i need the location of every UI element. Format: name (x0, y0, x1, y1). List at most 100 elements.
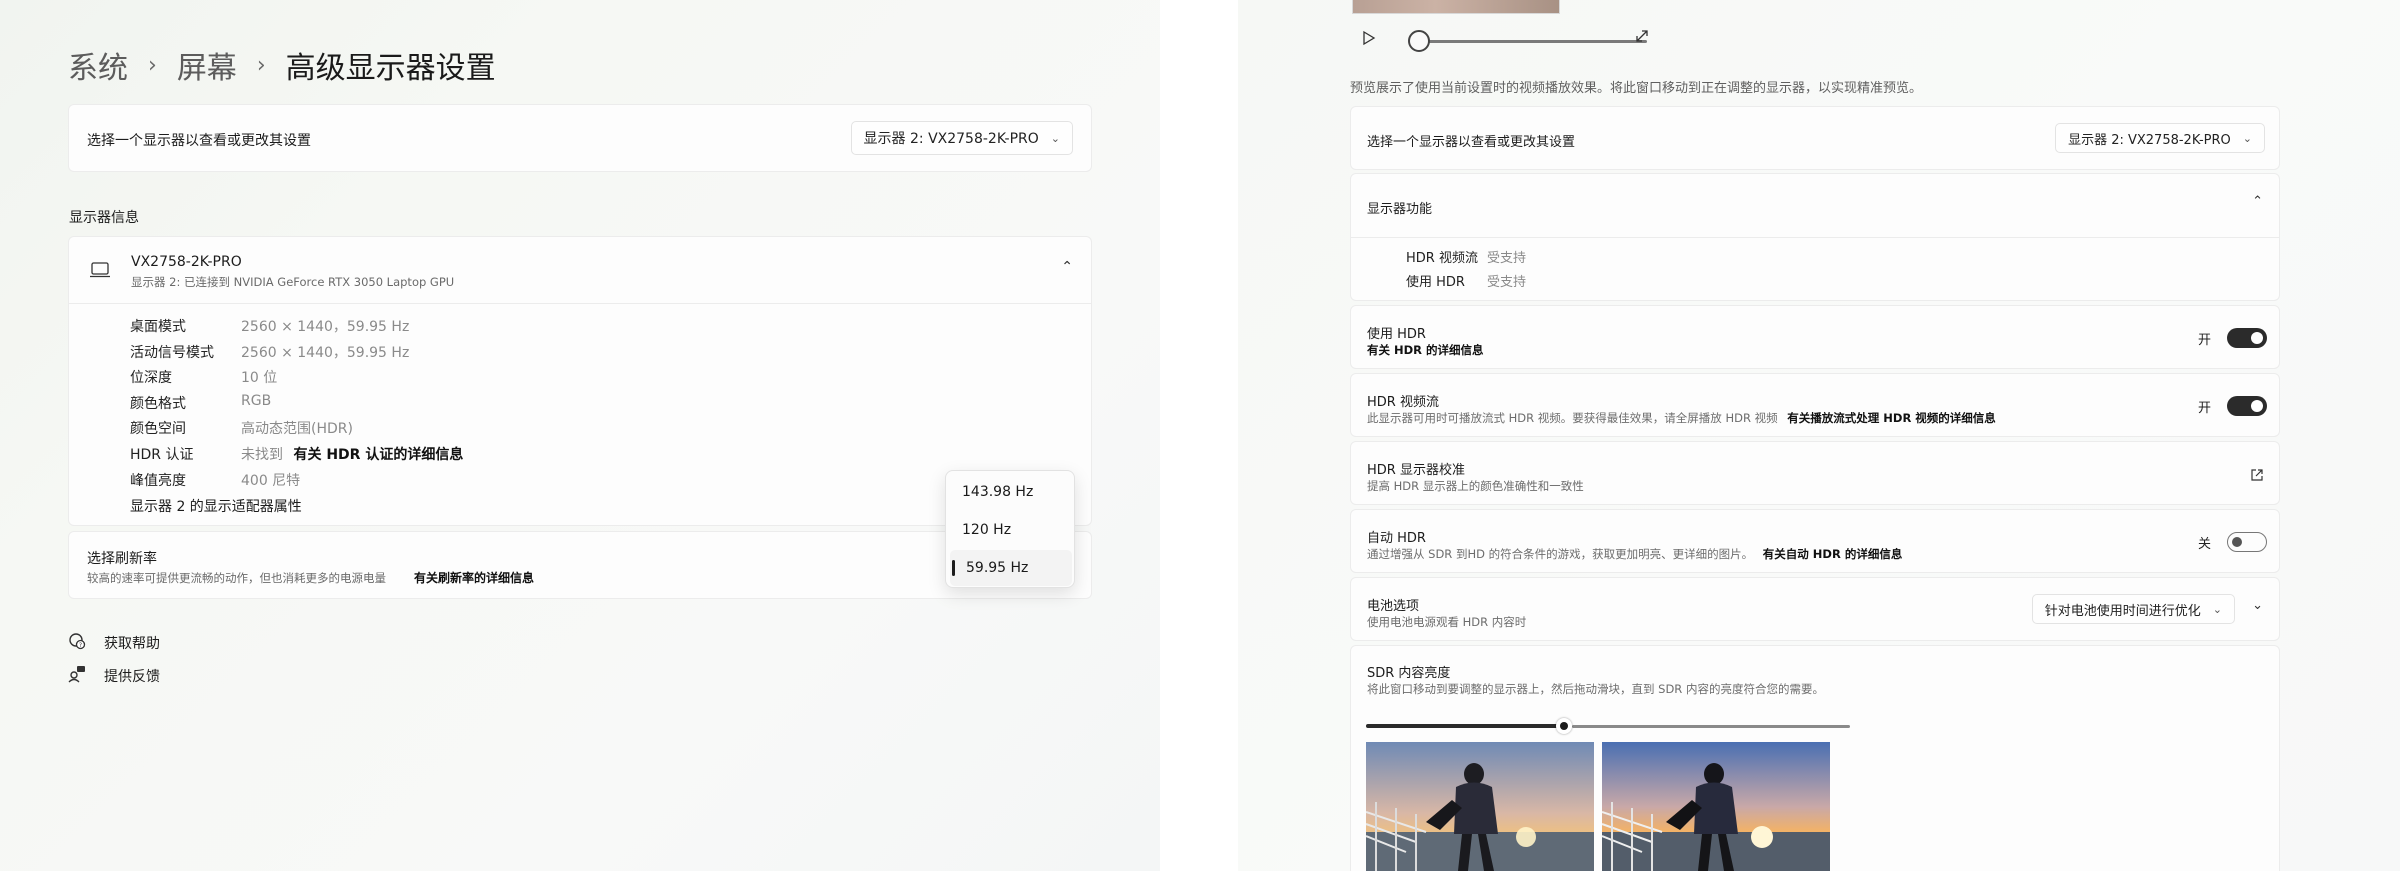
info-row: 活动信号模式 2560 × 1440，59.95 Hz (130, 342, 409, 362)
auto-hdr-link[interactable]: 有关自动 HDR 的详细信息 (1763, 547, 1903, 561)
feedback-icon (68, 665, 104, 687)
sdr-brightness-slider-fill[interactable] (1366, 724, 1558, 728)
auto-hdr-title: 自动 HDR (1367, 531, 1426, 546)
use-hdr-card: 使用 HDR 有关 HDR 的详细信息 开 (1350, 305, 2280, 369)
get-help-link[interactable]: ? 获取帮助 (68, 632, 160, 654)
select-display-label: 选择一个显示器以查看或更改其设置 (1367, 135, 1576, 150)
capability-key: HDR 视频流 (1406, 251, 1478, 266)
battery-options-card: 电池选项 使用电池电源观看 HDR 内容时 针对电池使用时间进行优化 ⌄ ⌄ (1350, 577, 2280, 641)
info-key: 峰值亮度 (130, 473, 186, 489)
capabilities-title: 显示器功能 (1367, 202, 1433, 217)
hdr-streaming-link[interactable]: 有关播放流式处理 HDR 视频的详细信息 (1787, 411, 1996, 425)
use-hdr-sub: 有关 HDR 的详细信息 (1367, 342, 1484, 358)
breadcrumb-display[interactable]: 屏幕 (177, 43, 237, 87)
display-info-heading: 显示器信息 (69, 210, 139, 226)
svg-text:?: ? (79, 642, 82, 649)
breadcrumb-system[interactable]: 系统 (68, 43, 128, 87)
refresh-rate-card: 选择刷新率 较高的速率可提供更流畅的动作，但也消耗更多的电源电量 有关刷新率的详… (68, 531, 1092, 599)
info-row: 桌面模式 2560 × 1440，59.95 Hz (130, 316, 409, 336)
battery-options-title: 电池选项 (1367, 599, 1420, 614)
hdr-streaming-toggle[interactable] (2227, 396, 2267, 416)
display-dropdown[interactable]: 显示器 2: VX2758-2K-PRO ⌄ (2055, 123, 2265, 153)
fullscreen-icon[interactable] (1634, 28, 1650, 48)
info-row: 颜色空间 高动态范围(HDR) (130, 418, 353, 438)
auto-hdr-toggle[interactable] (2227, 532, 2267, 552)
capabilities-header[interactable]: 显示器功能 ⌃ (1351, 174, 2279, 238)
chevron-down-icon[interactable]: ⌄ (2252, 598, 2263, 613)
info-value: 400 尼特 (241, 473, 301, 489)
video-progress-knob[interactable] (1408, 30, 1430, 52)
display-info-header[interactable]: VX2758-2K-PRO 显示器 2: 已连接到 NVIDIA GeForce… (69, 237, 1091, 304)
breadcrumb-separator: › (256, 52, 266, 78)
hdr-calibration-card[interactable]: HDR 显示器校准 提高 HDR 显示器上的颜色准确性和一致性 (1350, 441, 2280, 505)
chevron-up-icon[interactable]: ⌃ (1061, 259, 1073, 275)
info-value: 10 位 (241, 370, 278, 386)
use-hdr-toggle-wrap: 开 (2198, 328, 2267, 348)
refresh-rate-desc: 较高的速率可提供更流畅的动作，但也消耗更多的电源电量 (87, 571, 386, 585)
info-row: HDR 认证 未找到 有关 HDR 认证的详细信息 (130, 444, 463, 464)
info-value: 高动态范围(HDR) (241, 421, 353, 437)
chevron-up-icon[interactable]: ⌃ (2252, 194, 2263, 209)
hdr-cert-link[interactable]: 有关 HDR 认证的详细信息 (293, 447, 463, 463)
hdr-calibration-desc: 提高 HDR 显示器上的颜色准确性和一致性 (1367, 479, 1584, 493)
use-hdr-link[interactable]: 有关 HDR 的详细信息 (1367, 343, 1484, 357)
refresh-rate-flyout: 143.98 Hz 120 Hz 59.95 Hz (945, 470, 1075, 588)
info-key: 活动信号模式 (130, 345, 214, 361)
hdr-calibration-title: HDR 显示器校准 (1367, 463, 1465, 478)
display-dropdown-value: 显示器 2: VX2758-2K-PRO (2068, 132, 2231, 148)
refresh-rate-option-selected[interactable]: 59.95 Hz (950, 550, 1072, 586)
refresh-rate-title: 选择刷新率 (87, 551, 157, 567)
hdr-streaming-title: HDR 视频流 (1367, 395, 1439, 410)
info-row: 颜色格式 RGB (130, 393, 271, 413)
hdr-streaming-sub: 此显示器可用时可播放流式 HDR 视频。要获得最佳效果，请全屏播放 HDR 视频… (1367, 410, 1996, 426)
use-hdr-toggle[interactable] (2227, 328, 2267, 348)
play-icon[interactable] (1362, 26, 1376, 50)
use-hdr-state: 开 (2197, 332, 2211, 348)
chevron-down-icon: ⌄ (2212, 602, 2222, 616)
help-icon: ? (68, 632, 104, 654)
get-help-label: 获取帮助 (104, 636, 160, 652)
battery-options-desc: 使用电池电源观看 HDR 内容时 (1367, 615, 1527, 629)
laptop-icon (89, 261, 111, 283)
breadcrumb-separator: › (148, 52, 157, 78)
external-link-icon[interactable] (2251, 466, 2263, 485)
chevron-down-icon: ⌄ (1050, 131, 1060, 145)
select-display-label: 选择一个显示器以查看或更改其设置 (87, 133, 311, 149)
hdr-streaming-toggle-wrap: 开 (2198, 396, 2267, 416)
page-title: 高级显示器设置 (285, 51, 496, 86)
sdr-brightness-slider-track[interactable] (1572, 725, 1850, 728)
feedback-link[interactable]: 提供反馈 (68, 665, 160, 687)
hdr-streaming-card: HDR 视频流 此显示器可用时可播放流式 HDR 视频。要获得最佳效果，请全屏播… (1350, 373, 2280, 437)
refresh-rate-link[interactable]: 有关刷新率的详细信息 (414, 569, 534, 586)
hdr-streaming-state: 开 (2197, 400, 2211, 416)
info-key: 桌面模式 (130, 319, 186, 335)
display-capabilities-card: 显示器功能 ⌃ HDR 视频流 受支持 使用 HDR 受支持 (1350, 173, 2280, 301)
auto-hdr-state: 关 (2197, 536, 2211, 552)
info-row: 位深度 10 位 (130, 367, 277, 387)
refresh-rate-option[interactable]: 143.98 Hz (946, 474, 1074, 510)
sdr-brightness-slider-thumb[interactable] (1556, 718, 1572, 734)
sdr-brightness-title: SDR 内容亮度 (1367, 666, 1451, 681)
hdr-streaming-desc: 此显示器可用时可播放流式 HDR 视频。要获得最佳效果，请全屏播放 HDR 视频 (1367, 411, 1778, 425)
refresh-rate-option[interactable]: 120 Hz (946, 512, 1074, 548)
battery-options-value: 针对电池使用时间进行优化 (2044, 603, 2201, 619)
hdr-cert-status: 未找到 (241, 447, 283, 463)
auto-hdr-desc: 通过增强从 SDR 到HD 的符合条件的游戏，获取更加明亮、更详细的图片。 (1367, 547, 1754, 561)
auto-hdr-card: 自动 HDR 通过增强从 SDR 到HD 的符合条件的游戏，获取更加明亮、更详细… (1350, 509, 2280, 573)
video-progress-track[interactable] (1419, 40, 1647, 43)
info-value: RGB (241, 393, 272, 409)
capability-value: 受支持 (1487, 251, 1527, 266)
hdr-preview-image (1602, 742, 1830, 871)
sdr-brightness-desc: 将此窗口移动到要调整的显示器上，然后拖动滑块，直到 SDR 内容的亮度符合您的需… (1367, 682, 1824, 696)
use-hdr-title: 使用 HDR (1367, 327, 1426, 342)
info-value: 2560 × 1440，59.95 Hz (241, 319, 410, 335)
display-dropdown[interactable]: 显示器 2: VX2758-2K-PRO ⌄ (850, 121, 1073, 155)
feedback-label: 提供反馈 (104, 669, 160, 685)
info-key: 颜色空间 (130, 421, 186, 437)
adapter-properties-link[interactable]: 显示器 2 的显示适配器属性 (130, 496, 302, 516)
info-key: 颜色格式 (130, 396, 186, 412)
battery-options-dropdown[interactable]: 针对电池使用时间进行优化 ⌄ (2031, 594, 2235, 624)
info-value: 未找到 有关 HDR 认证的详细信息 (241, 444, 463, 464)
auto-hdr-sub: 通过增强从 SDR 到HD 的符合条件的游戏，获取更加明亮、更详细的图片。 有关… (1367, 546, 1902, 562)
monitor-connection: 显示器 2: 已连接到 NVIDIA GeForce RTX 3050 Lapt… (131, 275, 455, 289)
